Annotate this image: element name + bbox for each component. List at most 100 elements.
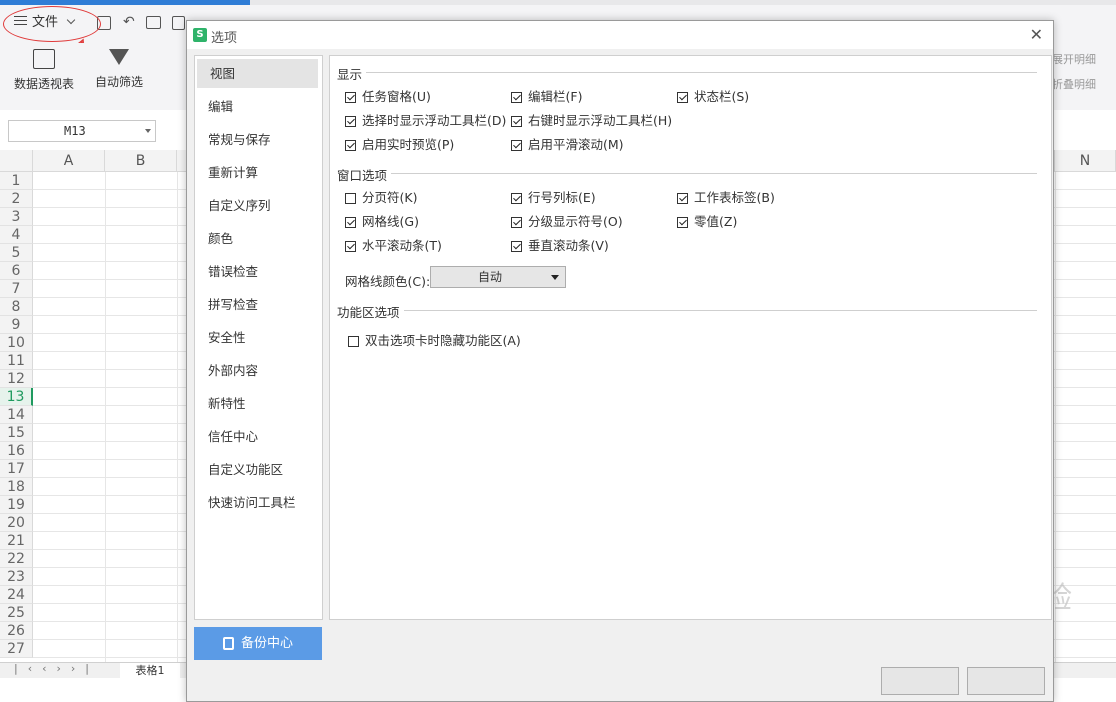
ok-button[interactable]	[881, 667, 959, 695]
nav-item[interactable]: 外部内容	[195, 356, 318, 385]
checkbox-checked-icon[interactable]	[677, 217, 688, 228]
row-header[interactable]: 25	[0, 604, 33, 622]
collapse-detail-label[interactable]: 折叠明细	[1052, 76, 1096, 92]
close-icon[interactable]: ✕	[1030, 25, 1043, 44]
pivot-table-button[interactable]: 数据透视表	[12, 49, 76, 92]
nav-item[interactable]: 视图	[197, 59, 318, 88]
section-divider	[337, 173, 1037, 174]
row-header[interactable]: 20	[0, 514, 33, 532]
pivot-table-icon	[33, 49, 55, 69]
row-header[interactable]: 21	[0, 532, 33, 550]
row-header[interactable]: 26	[0, 622, 33, 640]
backup-center-button[interactable]: 备份中心	[194, 627, 322, 660]
option-checkbox[interactable]: 任务窗格(U)	[345, 89, 431, 105]
auto-filter-button[interactable]: 自动筛选	[92, 49, 146, 90]
row-header[interactable]: 10	[0, 334, 33, 352]
nav-item[interactable]: 常规与保存	[195, 125, 318, 154]
name-box[interactable]: M13	[8, 120, 156, 142]
row-header[interactable]: 6	[0, 262, 33, 280]
nav-item[interactable]: 颜色	[195, 224, 318, 253]
nav-item[interactable]: 错误检查	[195, 257, 318, 286]
row-header[interactable]: 5	[0, 244, 33, 262]
expand-detail-label[interactable]: 展开明细	[1052, 51, 1096, 67]
row-header[interactable]: 18	[0, 478, 33, 496]
option-checkbox[interactable]: 垂直滚动条(V)	[511, 238, 609, 254]
row-header[interactable]: 14	[0, 406, 33, 424]
checkbox-checked-icon[interactable]	[677, 193, 688, 204]
nav-item[interactable]: 自定义序列	[195, 191, 318, 220]
checkbox-checked-icon[interactable]	[511, 217, 522, 228]
option-checkbox[interactable]: 右键时显示浮动工具栏(H)	[511, 113, 672, 129]
option-checkbox[interactable]: 启用平滑滚动(M)	[511, 137, 624, 153]
sheet-nav-arrows-icon[interactable]: |‹‹››|	[14, 662, 99, 675]
option-checkbox[interactable]: 零值(Z)	[677, 214, 737, 230]
checkbox-checked-icon[interactable]	[345, 116, 356, 127]
option-checkbox[interactable]: 状态栏(S)	[677, 89, 749, 105]
checkbox-unchecked-icon[interactable]	[348, 336, 359, 347]
nav-item[interactable]: 信任中心	[195, 422, 318, 451]
row-header[interactable]: 17	[0, 460, 33, 478]
row-header[interactable]: 15	[0, 424, 33, 442]
checkbox-checked-icon[interactable]	[511, 92, 522, 103]
option-checkbox[interactable]: 工作表标签(B)	[677, 190, 775, 206]
option-checkbox[interactable]: 双击选项卡时隐藏功能区(A)	[348, 333, 521, 349]
sheet-tab[interactable]: 表格1	[120, 663, 180, 678]
print-icon[interactable]	[146, 16, 161, 29]
nav-item[interactable]: 重新计算	[195, 158, 318, 187]
column-header-b[interactable]: B	[105, 150, 177, 172]
dialog-title-bar[interactable]: S 选项 ✕	[187, 21, 1053, 49]
row-header[interactable]: 11	[0, 352, 33, 370]
nav-item[interactable]: 自定义功能区	[195, 455, 318, 484]
nav-item[interactable]: 新特性	[195, 389, 318, 418]
row-header[interactable]: 16	[0, 442, 33, 460]
row-header[interactable]: 12	[0, 370, 33, 388]
row-header[interactable]: 3	[0, 208, 33, 226]
row-header[interactable]: 22	[0, 550, 33, 568]
row-header[interactable]: 7	[0, 280, 33, 298]
checkbox-checked-icon[interactable]	[345, 217, 356, 228]
row-header[interactable]: 13	[0, 388, 33, 406]
nav-item[interactable]: 快速访问工具栏	[195, 488, 318, 517]
cancel-button[interactable]	[967, 667, 1045, 695]
nav-item[interactable]: 拼写检查	[195, 290, 318, 319]
row-header[interactable]: 24	[0, 586, 33, 604]
checkbox-checked-icon[interactable]	[345, 241, 356, 252]
checkbox-checked-icon[interactable]	[511, 140, 522, 151]
option-checkbox[interactable]: 启用实时预览(P)	[345, 137, 454, 153]
option-checkbox[interactable]: 分页符(K)	[345, 190, 417, 206]
checkbox-checked-icon[interactable]	[511, 116, 522, 127]
checkbox-checked-icon[interactable]	[677, 92, 688, 103]
pivot-table-label: 数据透视表	[13, 77, 74, 91]
option-checkbox[interactable]: 分级显示符号(O)	[511, 214, 623, 230]
checkbox-checked-icon[interactable]	[511, 241, 522, 252]
select-all-corner[interactable]	[0, 150, 33, 172]
row-header[interactable]: 8	[0, 298, 33, 316]
column-header-n[interactable]: N	[1055, 150, 1116, 172]
grid-column-line	[1055, 172, 1056, 662]
section-divider	[337, 72, 1037, 73]
nav-item[interactable]: 安全性	[195, 323, 318, 352]
row-header[interactable]: 4	[0, 226, 33, 244]
preview-icon[interactable]	[172, 16, 185, 30]
row-header[interactable]: 2	[0, 190, 33, 208]
option-label: 零值(Z)	[694, 214, 738, 229]
option-checkbox[interactable]: 选择时显示浮动工具栏(D)	[345, 113, 506, 129]
nav-item[interactable]: 编辑	[195, 92, 318, 121]
option-checkbox[interactable]: 行号列标(E)	[511, 190, 596, 206]
option-label: 双击选项卡时隐藏功能区(A)	[365, 333, 521, 348]
checkbox-checked-icon[interactable]	[511, 193, 522, 204]
option-checkbox[interactable]: 编辑栏(F)	[511, 89, 582, 105]
checkbox-checked-icon[interactable]	[345, 92, 356, 103]
row-header[interactable]: 27	[0, 640, 33, 658]
row-header[interactable]: 1	[0, 172, 33, 190]
checkbox-checked-icon[interactable]	[345, 140, 356, 151]
gridline-color-select[interactable]: 自动	[430, 266, 566, 288]
row-header[interactable]: 23	[0, 568, 33, 586]
checkbox-unchecked-icon[interactable]	[345, 193, 356, 204]
column-header-a[interactable]: A	[33, 150, 105, 172]
undo-icon[interactable]: ↶	[123, 14, 135, 30]
option-checkbox[interactable]: 网格线(G)	[345, 214, 419, 230]
option-checkbox[interactable]: 水平滚动条(T)	[345, 238, 442, 254]
row-header[interactable]: 19	[0, 496, 33, 514]
row-header[interactable]: 9	[0, 316, 33, 334]
